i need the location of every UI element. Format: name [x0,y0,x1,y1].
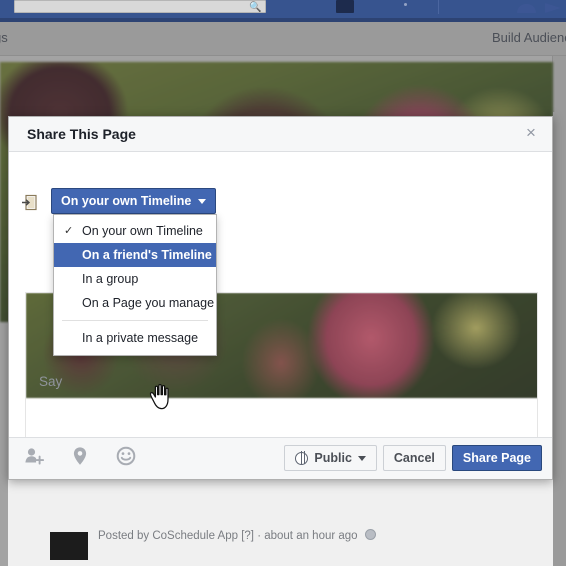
post-author-avatar[interactable] [50,532,88,560]
privacy-label: Public [314,451,352,465]
globe-icon [364,529,376,540]
close-icon[interactable]: × [520,122,542,144]
menu-item-label: On your own Timeline [82,224,203,238]
share-destination-menu: ✓ On your own Timeline On a friend's Tim… [53,214,217,356]
tag-people-icon[interactable] [23,445,45,467]
cancel-button[interactable]: Cancel [382,445,446,471]
facebook-top-navbar: 🔍 [0,0,566,22]
chevron-down-icon [357,455,366,461]
share-page-button[interactable]: Share Page [451,445,542,471]
menu-item-group[interactable]: In a group [54,267,216,291]
composer-tools [23,445,137,467]
compose-placeholder[interactable]: Say [39,374,62,389]
navbar-dot [404,3,407,6]
build-audience-button[interactable]: Build Audience [492,30,566,45]
menu-item-label: In a group [82,272,139,286]
messages-icon[interactable] [336,0,354,13]
menu-item-friends-timeline[interactable]: On a friend's Timeline [54,243,216,267]
page-scrollbar[interactable]: 2 [553,112,566,566]
post-byline: Posted by CoSchedule App [?] · about an … [98,529,376,542]
dialog-header: Share This Page × [9,117,552,152]
subnav-settings-link[interactable]: gs [0,30,8,45]
menu-item-own-timeline[interactable]: ✓ On your own Timeline [54,219,216,243]
cancel-label: Cancel [393,451,435,465]
menu-item-page-you-manage[interactable]: On a Page you manage [54,291,216,315]
dialog-footer: Public Cancel Share Page [9,437,552,479]
share-destination-label: On your own Timeline [61,194,192,208]
search-input[interactable]: 🔍 [14,0,266,13]
menu-item-private-message[interactable]: In a private message [54,326,216,350]
share-label: Share Page [462,451,531,465]
menu-item-label: In a private message [82,331,199,345]
share-destination-icon [22,194,37,211]
location-pin-icon[interactable] [69,445,91,467]
globe-icon [295,451,309,465]
page-admin-subnav: gs Build Audience [0,22,566,56]
menu-item-label: On a Page you manage [82,296,215,310]
dialog-body: On your own Timeline Say ✓ On your own T… [9,152,552,444]
check-icon: ✓ [64,225,74,237]
friend-requests-icon[interactable] [545,3,561,13]
chevron-down-icon [198,198,207,204]
emoji-icon[interactable] [115,445,137,467]
page-post: Posted by CoSchedule App [?] · about an … [8,476,553,566]
share-destination-button[interactable]: On your own Timeline [51,188,217,214]
navbar-divider [438,0,439,14]
facebook-page-screenshot: 🔍 gs Build Audience LDS.net Non-Profit O… [0,0,566,566]
menu-separator [62,320,208,321]
search-icon: 🔍 [249,2,262,13]
post-byline-text: Posted by CoSchedule App [?] · about an … [98,530,358,542]
privacy-selector-button[interactable]: Public [284,445,377,471]
share-page-dialog: Share This Page × On your own Timeline S… [8,116,553,480]
dialog-title: Share This Page [27,126,136,142]
dialog-actions: Public Cancel Share Page [284,445,542,471]
menu-item-label: On a friend's Timeline [82,248,212,262]
